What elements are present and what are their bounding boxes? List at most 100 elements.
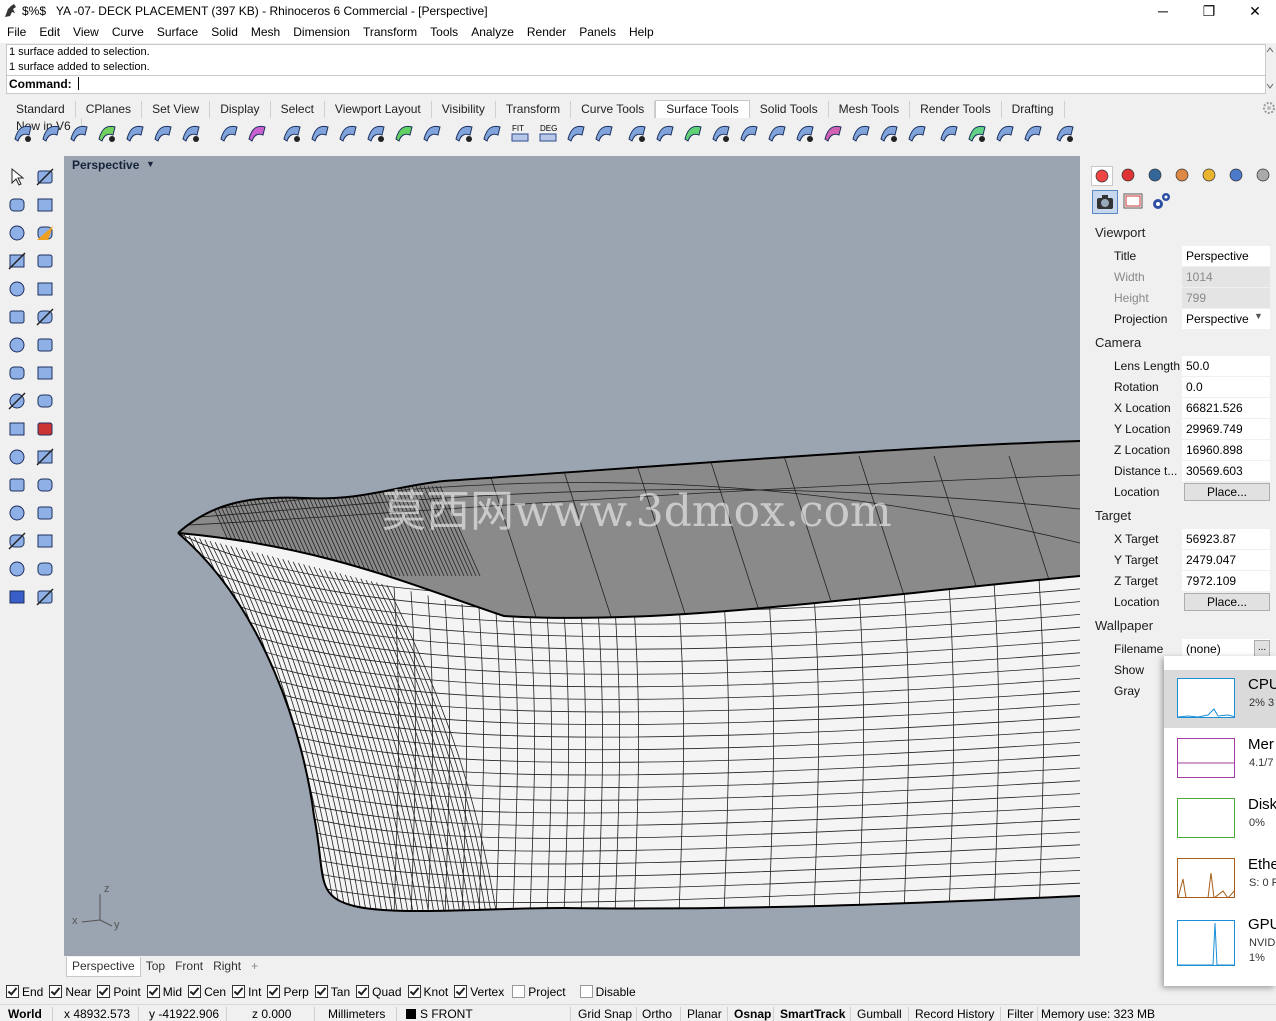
- gear-icon[interactable]: [1253, 166, 1275, 186]
- menu-dimension[interactable]: Dimension: [286, 23, 356, 39]
- menu-render[interactable]: Render: [520, 23, 572, 39]
- rectangle-icon[interactable]: [6, 250, 28, 272]
- add-viewport-tab-button[interactable]: +: [246, 957, 263, 976]
- osnap-perp[interactable]: Perp: [267, 985, 309, 999]
- extend-surface-icon[interactable]: [68, 121, 90, 145]
- tab-viewport-layout[interactable]: Viewport Layout: [325, 101, 432, 118]
- rebuild-surface-icon[interactable]: [12, 121, 34, 145]
- osnap-near[interactable]: Near: [49, 985, 91, 999]
- wallpaper-section-header[interactable]: Wallpaper: [1095, 618, 1153, 633]
- checkbox[interactable]: [407, 985, 421, 998]
- flow-surface-icon[interactable]: [682, 121, 704, 145]
- frame-view-button[interactable]: [1121, 190, 1147, 214]
- cplane-indicator[interactable]: World: [8, 1007, 42, 1021]
- tab-surface-tools[interactable]: Surface Tools: [655, 100, 750, 118]
- merge-surface-icon[interactable]: [281, 121, 303, 145]
- camera-view-button[interactable]: [1092, 190, 1118, 214]
- osnap-cen[interactable]: Cen: [188, 985, 226, 999]
- camera-section-header[interactable]: Camera: [1095, 335, 1141, 350]
- checkbox[interactable]: [232, 985, 246, 998]
- close-button[interactable]: ✕: [1232, 0, 1276, 23]
- network-surface-icon[interactable]: [453, 121, 475, 145]
- edge-analysis-icon[interactable]: [1022, 121, 1044, 145]
- extrude-curve-icon[interactable]: [6, 362, 28, 384]
- connect-surface-icon[interactable]: [309, 121, 331, 145]
- perspective-viewport[interactable]: 莫西网www.3dmox.com z x y Perspective ▼: [64, 156, 1080, 956]
- checkbox[interactable]: [188, 985, 202, 998]
- y-target-field[interactable]: 2479.047: [1182, 550, 1270, 570]
- plane-icon[interactable]: [6, 334, 28, 356]
- menu-edit[interactable]: Edit: [32, 23, 66, 39]
- trim-icon[interactable]: [34, 222, 56, 244]
- vtab-top[interactable]: Top: [141, 957, 170, 976]
- display-mode-button[interactable]: [1150, 190, 1176, 214]
- checkbox[interactable]: [97, 985, 111, 998]
- menu-transform[interactable]: Transform: [356, 23, 423, 39]
- z-target-field[interactable]: 7972.109: [1182, 571, 1270, 591]
- point-icon[interactable]: [6, 390, 28, 412]
- splop-icon[interactable]: [850, 121, 872, 145]
- tab-display[interactable]: Display: [210, 101, 271, 118]
- menu-solid[interactable]: Solid: [204, 23, 244, 39]
- loft-icon[interactable]: [34, 362, 56, 384]
- tab-mesh-tools[interactable]: Mesh Tools: [829, 101, 911, 118]
- grid-snap-toggle[interactable]: Grid Snap: [578, 1007, 632, 1021]
- restore-button[interactable]: ❐: [1186, 0, 1232, 23]
- osnap-toggle[interactable]: Osnap: [734, 1007, 771, 1021]
- display-icon[interactable]: [1226, 166, 1248, 186]
- units-display[interactable]: Millimeters: [328, 1007, 385, 1021]
- checkbox[interactable]: [512, 985, 526, 998]
- smarttrack-toggle[interactable]: SmartTrack: [780, 1007, 845, 1021]
- cone-icon[interactable]: [6, 474, 28, 496]
- minimize-button[interactable]: ─: [1140, 0, 1186, 23]
- dimension-icon[interactable]: [6, 530, 28, 552]
- osnap-project[interactable]: Project: [512, 985, 566, 999]
- render-settings-icon[interactable]: [1172, 166, 1194, 186]
- curve-icon[interactable]: [6, 306, 28, 328]
- osnap-disable[interactable]: Disable: [579, 985, 636, 999]
- command-scrollbar[interactable]: [1265, 44, 1275, 92]
- emap-icon[interactable]: [1054, 121, 1076, 145]
- zebra-icon[interactable]: [938, 121, 960, 145]
- untrim-icon[interactable]: [40, 121, 62, 145]
- osnap-mid[interactable]: Mid: [146, 985, 182, 999]
- osnap-int[interactable]: Int: [232, 985, 261, 999]
- tm-cpu[interactable]: CPU 2% 3: [1164, 670, 1276, 728]
- polygon-icon[interactable]: [34, 306, 56, 328]
- filter-button[interactable]: Filter: [1007, 1007, 1034, 1021]
- fit-icon[interactable]: FIT: [509, 121, 531, 145]
- viewport-title[interactable]: Perspective: [72, 158, 139, 172]
- line-icon[interactable]: [6, 194, 28, 216]
- planar-toggle[interactable]: Planar: [687, 1007, 722, 1021]
- object-properties-icon[interactable]: [1091, 166, 1113, 186]
- box-solid-icon[interactable]: [738, 121, 760, 145]
- polyline-icon[interactable]: [34, 194, 56, 216]
- shrink-surface-icon[interactable]: [421, 121, 443, 145]
- rotation-field[interactable]: 0.0: [1182, 377, 1270, 397]
- cylinder-icon[interactable]: [34, 446, 56, 468]
- menu-surface[interactable]: Surface: [150, 23, 204, 39]
- sweep-icon[interactable]: [180, 121, 202, 145]
- vtab-front[interactable]: Front: [170, 957, 208, 976]
- box-edit-icon[interactable]: [626, 121, 648, 145]
- twist-icon[interactable]: [794, 121, 816, 145]
- osnap-point[interactable]: Point: [97, 985, 141, 999]
- x-location-field[interactable]: 66821.526: [1182, 398, 1270, 418]
- curvature-icon[interactable]: [994, 121, 1016, 145]
- pyramid-icon[interactable]: [34, 474, 56, 496]
- target-section-header[interactable]: Target: [1095, 508, 1131, 523]
- adjust-seam-icon[interactable]: [365, 121, 387, 145]
- checkbox[interactable]: [6, 985, 19, 998]
- offset-surface-icon[interactable]: [337, 121, 359, 145]
- tm-memory[interactable]: Mer 4.1/7: [1164, 730, 1276, 788]
- viewport-menu-chevron-icon[interactable]: ▼: [146, 159, 155, 169]
- menu-curve[interactable]: Curve: [105, 23, 150, 39]
- osnap-tan[interactable]: Tan: [314, 985, 350, 999]
- command-history[interactable]: 1 surface added to selection. 1 surface …: [6, 44, 1266, 77]
- circle-icon[interactable]: [6, 278, 28, 300]
- tm-gpu[interactable]: GPU NVID 1%: [1164, 910, 1276, 980]
- bend-icon[interactable]: [766, 121, 788, 145]
- tm-ethernet[interactable]: Ethe S: 0 F: [1164, 850, 1276, 908]
- taper-icon[interactable]: [822, 121, 844, 145]
- fillet-surface-icon[interactable]: [96, 121, 118, 145]
